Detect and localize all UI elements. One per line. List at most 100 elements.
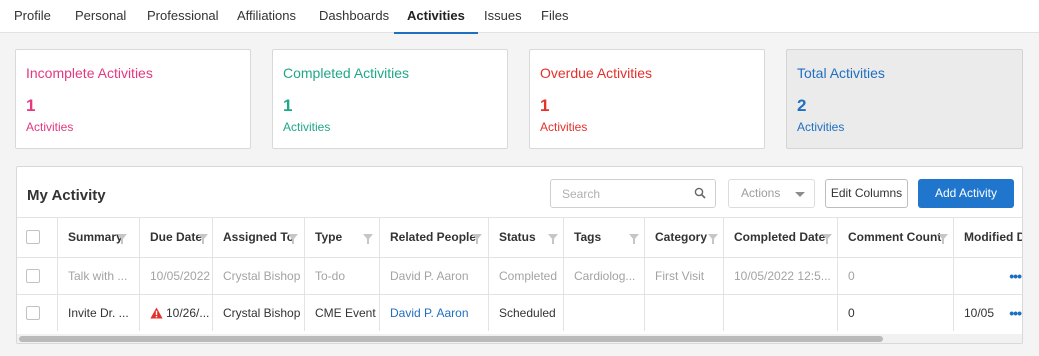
card-title: Total Activities	[797, 65, 885, 81]
row-checkbox[interactable]	[26, 269, 40, 283]
filter-icon[interactable]	[548, 234, 558, 244]
tab-issues[interactable]: Issues	[484, 0, 522, 33]
cell-summary: Talk with ...	[58, 258, 140, 294]
tab-activities[interactable]: Activities	[394, 0, 478, 34]
cell-status: Completed	[489, 258, 564, 294]
completed-activities-card[interactable]: Completed Activities 1 Activities	[272, 49, 508, 149]
column-label: Status	[499, 230, 536, 244]
card-count: 2	[797, 96, 807, 115]
tab-affiliations[interactable]: Affiliations	[237, 0, 296, 33]
related-person-link[interactable]: David P. Aaron	[390, 306, 469, 320]
cell-due-date: 10/05/2022	[140, 258, 213, 294]
card-count: 1	[540, 96, 550, 115]
column-label: Tags	[574, 230, 602, 244]
filter-icon[interactable]	[288, 234, 298, 244]
column-label: Modified Date	[964, 230, 1022, 244]
filter-icon[interactable]	[629, 234, 639, 244]
filter-icon[interactable]	[938, 234, 948, 244]
cell-due-date: 10/26/...	[140, 295, 213, 331]
column-header-completed-date[interactable]: Completed Date	[724, 218, 838, 257]
edit-columns-button[interactable]: Edit Columns	[825, 179, 908, 208]
cell-tags	[564, 295, 645, 331]
more-options-icon[interactable]: •••	[1009, 258, 1022, 294]
filter-icon[interactable]	[822, 234, 832, 244]
card-unit: Activities	[283, 120, 331, 134]
cell-category	[645, 295, 724, 331]
cell-modified-date: •••	[954, 258, 1022, 294]
column-label: Comment Count	[848, 230, 942, 244]
column-header-type[interactable]: Type	[305, 218, 380, 257]
add-activity-button[interactable]: Add Activity	[918, 179, 1014, 208]
tab-files[interactable]: Files	[541, 0, 568, 33]
select-all-checkbox[interactable]	[26, 230, 40, 244]
scrollbar-thumb[interactable]	[19, 336, 883, 342]
card-count: 1	[26, 96, 36, 115]
filter-icon[interactable]	[198, 234, 208, 244]
row-select-cell	[17, 258, 58, 294]
modified-date-value: 10/05	[964, 306, 995, 320]
cell-related-people: David P. Aaron	[380, 258, 489, 294]
row-select-cell	[17, 295, 58, 331]
tab-professional[interactable]: Professional	[147, 0, 219, 33]
warning-icon	[150, 297, 163, 331]
column-header-status[interactable]: Status	[489, 218, 564, 257]
cell-status: Scheduled	[489, 295, 564, 331]
filter-icon[interactable]	[472, 234, 482, 244]
column-header-related-people[interactable]: Related People	[380, 218, 489, 257]
column-header-tags[interactable]: Tags	[564, 218, 645, 257]
row-checkbox[interactable]	[26, 306, 40, 320]
search-icon[interactable]	[694, 187, 706, 202]
filter-icon[interactable]	[708, 234, 718, 244]
column-label: Related People	[390, 230, 477, 244]
cell-category: First Visit	[645, 258, 724, 294]
cell-type: CME Event	[305, 295, 380, 331]
chevron-down-icon	[795, 192, 805, 197]
cell-assigned-to: Crystal Bishop	[213, 258, 305, 294]
column-header-summary[interactable]: Summary	[58, 218, 140, 257]
total-activities-card[interactable]: Total Activities 2 Activities	[786, 49, 1023, 149]
card-title: Overdue Activities	[540, 65, 653, 81]
card-title: Incomplete Activities	[26, 65, 153, 81]
column-header-assigned-to[interactable]: Assigned To	[213, 218, 305, 257]
cell-comment-count: 0	[838, 295, 954, 331]
column-label: Type	[315, 230, 343, 244]
table-row[interactable]: Talk with ... 10/05/2022 Crystal Bishop …	[17, 257, 1022, 294]
column-label: Assigned To	[223, 230, 295, 244]
panel-title: My Activity	[27, 187, 106, 204]
card-unit: Activities	[26, 120, 74, 134]
tab-profile[interactable]: Profile	[14, 0, 51, 33]
card-title: Completed Activities	[283, 65, 410, 81]
card-count: 1	[283, 96, 293, 115]
column-header-category[interactable]: Category	[645, 218, 724, 257]
horizontal-scrollbar[interactable]	[17, 334, 1022, 343]
card-unit: Activities	[797, 120, 845, 134]
cell-assigned-to: Crystal Bishop	[213, 295, 305, 331]
column-label: Category	[655, 230, 708, 244]
column-header-modified-date[interactable]: Modified Date	[954, 218, 1022, 257]
tab-dashboards[interactable]: Dashboards	[319, 0, 389, 33]
actions-dropdown[interactable]: Actions	[728, 179, 815, 208]
table-header: Summary Due Date Assigned To Type Relate…	[17, 217, 1022, 257]
cell-completed-date	[724, 295, 838, 331]
column-header-comment-count[interactable]: Comment Count	[838, 218, 954, 257]
more-options-icon[interactable]: •••	[1009, 295, 1022, 331]
cell-tags: Cardiolog...	[564, 258, 645, 294]
cell-type: To-do	[305, 258, 380, 294]
table-row[interactable]: Invite Dr. ... 10/26/... Crystal Bishop …	[17, 294, 1022, 331]
due-date-value: 10/26/...	[166, 306, 210, 320]
overdue-activities-card[interactable]: Overdue Activities 1 Activities	[529, 49, 765, 149]
tab-personal[interactable]: Personal	[75, 0, 126, 33]
cell-related-people: David P. Aaron	[380, 295, 489, 331]
search-box	[550, 179, 716, 208]
incomplete-activities-card[interactable]: Incomplete Activities 1 Activities	[15, 49, 251, 149]
cell-modified-date: 10/05 •••	[954, 295, 1022, 331]
column-label: Summary	[68, 230, 123, 244]
filter-icon[interactable]	[117, 234, 127, 244]
search-input[interactable]	[551, 180, 681, 207]
select-all-cell	[17, 218, 58, 257]
cell-comment-count: 0	[838, 258, 954, 294]
column-header-due-date[interactable]: Due Date	[140, 218, 213, 257]
tab-bar: Profile Personal Professional Affiliatio…	[0, 0, 1039, 34]
filter-icon[interactable]	[363, 234, 373, 244]
my-activity-panel: My Activity Actions Edit Columns Add Act…	[16, 166, 1023, 344]
